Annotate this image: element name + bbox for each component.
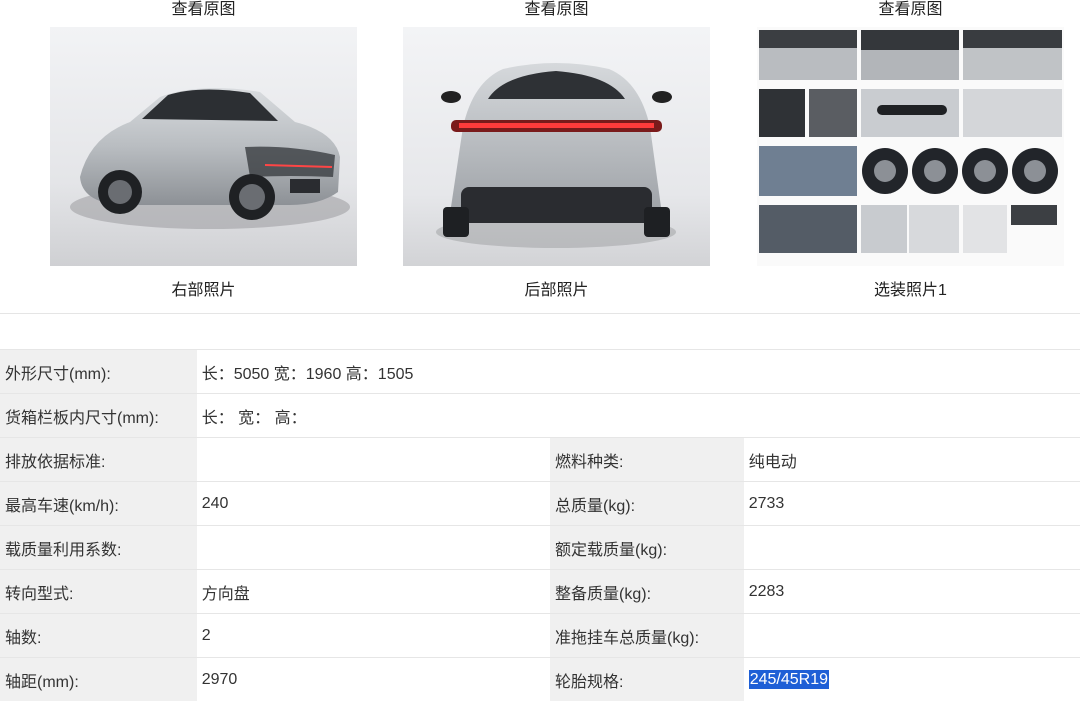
car-front-side-photo[interactable] (50, 27, 357, 266)
param-label: 外形尺寸(mm): (0, 350, 197, 394)
param-value: 长： 宽： 高： (197, 394, 1080, 438)
param-value: 2 (197, 614, 550, 658)
param-value (744, 614, 1080, 658)
table-row: 外形尺寸(mm): 长：5050 宽：1960 高：1505 (0, 350, 1080, 394)
param-value (197, 526, 550, 570)
param-value (197, 438, 550, 482)
table-row: 轴数: 2 准拖挂车总质量(kg): (0, 614, 1080, 658)
table-row: 最高车速(km/h): 240 总质量(kg): 2733 (0, 482, 1080, 526)
param-label: 转向型式: (0, 570, 197, 614)
view-original-link-1[interactable]: 查看原图 (50, 0, 357, 20)
param-label: 总质量(kg): (550, 482, 744, 526)
photo-card-rear: 查看原图 后部照片 (403, 0, 710, 301)
param-label: 轮胎规格: (550, 658, 744, 701)
selected-text-highlight[interactable]: 245/45R19 (749, 670, 829, 689)
param-label: 载质量利用系数: (0, 526, 197, 570)
vehicle-params-table: 外形尺寸(mm): 长：5050 宽：1960 高：1505 货箱栏板内尺寸(m… (0, 349, 1080, 701)
param-label: 排放依据标准: (0, 438, 197, 482)
param-label: 燃料种类: (550, 438, 744, 482)
param-value: 2733 (744, 482, 1080, 526)
view-original-link-2[interactable]: 查看原图 (403, 0, 710, 20)
photo-card-right: 查看原图 右部照片 (50, 0, 357, 301)
car-options-collage-photo[interactable] (757, 27, 1064, 266)
param-value: 2970 (197, 658, 550, 701)
photo-caption-options: 选装照片1 (757, 281, 1064, 301)
table-row: 排放依据标准: 燃料种类: 纯电动 (0, 438, 1080, 482)
param-value: 240 (197, 482, 550, 526)
param-label: 货箱栏板内尺寸(mm): (0, 394, 197, 438)
param-value: 方向盘 (197, 570, 550, 614)
view-original-link-3[interactable]: 查看原图 (757, 0, 1064, 20)
param-value: 长：5050 宽：1960 高：1505 (197, 350, 1080, 394)
param-label: 最高车速(km/h): (0, 482, 197, 526)
param-value: 2283 (744, 570, 1080, 614)
table-row: 转向型式: 方向盘 整备质量(kg): 2283 (0, 570, 1080, 614)
section-divider (0, 313, 1080, 314)
table-row: 货箱栏板内尺寸(mm): 长： 宽： 高： (0, 394, 1080, 438)
param-label: 轴数: (0, 614, 197, 658)
photo-caption-right: 右部照片 (50, 281, 357, 301)
param-value-tire-spec[interactable]: 245/45R19 (744, 658, 1080, 701)
table-row: 轴距(mm): 2970 轮胎规格: 245/45R19 (0, 658, 1080, 701)
param-value (744, 526, 1080, 570)
car-rear-photo[interactable] (403, 27, 710, 266)
table-row: 载质量利用系数: 额定载质量(kg): (0, 526, 1080, 570)
param-label: 整备质量(kg): (550, 570, 744, 614)
photo-caption-rear: 后部照片 (403, 281, 710, 301)
param-label: 轴距(mm): (0, 658, 197, 701)
param-label: 准拖挂车总质量(kg): (550, 614, 744, 658)
param-label: 额定载质量(kg): (550, 526, 744, 570)
param-value: 纯电动 (744, 438, 1080, 482)
photo-card-options: 查看原图 选装照片1 (757, 0, 1064, 301)
